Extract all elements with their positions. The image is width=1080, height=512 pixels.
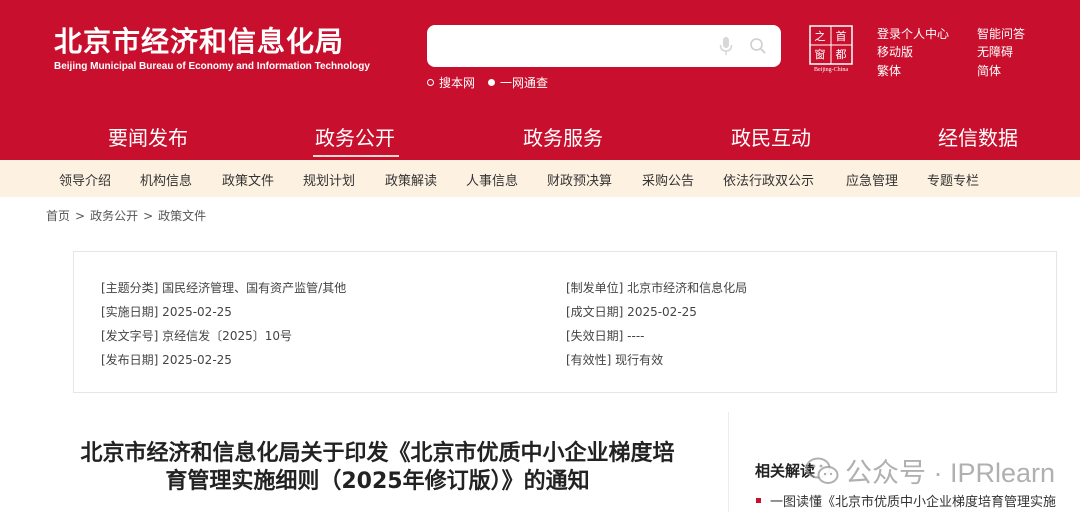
subnav-procurement[interactable]: 采购公告 <box>642 170 694 189</box>
traditional-chinese-link[interactable]: 繁体 <box>877 62 901 79</box>
scope-option-site[interactable]: 搜本网 <box>427 74 475 91</box>
wechat-icon <box>805 457 839 484</box>
microphone-icon[interactable] <box>718 36 734 56</box>
breadcrumb-separator: > <box>143 209 154 223</box>
subnav-special-topics[interactable]: 专题专栏 <box>927 170 979 189</box>
sub-nav: 领导介绍 机构信息 政策文件 规划计划 政策解读 人事信息 财政预决算 采购公告… <box>0 160 1080 197</box>
subnav-personnel[interactable]: 人事信息 <box>466 170 518 189</box>
subnav-leaders[interactable]: 领导介绍 <box>59 170 111 189</box>
related-item-label: 一图读懂《北京市优质中小企业梯度培育管理实施 <box>770 495 1057 510</box>
accessibility-link[interactable]: 无障碍 <box>977 43 1013 60</box>
meta-issuer: [制发单位] 北京市经济和信息化局 <box>566 281 748 295</box>
radio-checked-icon <box>488 79 495 86</box>
scope-label-all: 一网通查 <box>500 76 549 90</box>
nav-government-affairs[interactable]: 政务公开 <box>315 122 395 151</box>
capital-seal-logo: 首 窗 都 之 Beijing-China <box>809 25 853 75</box>
svg-text:首: 首 <box>836 29 847 43</box>
simplified-chinese-link[interactable]: 简体 <box>977 62 1001 79</box>
site-logo-subtitle: Beijing Municipal Bureau of Economy and … <box>54 61 370 72</box>
breadcrumb-policy-documents[interactable]: 政策文件 <box>158 209 206 223</box>
bullet-icon <box>756 498 761 503</box>
watermark-text: 公众号 · IPRlearn <box>845 458 1056 488</box>
seal-caption: Beijing-China <box>814 67 848 73</box>
subnav-emergency[interactable]: 应急管理 <box>846 170 898 189</box>
site-header: 北京市经济和信息化局 Beijing Municipal Bureau of E… <box>0 0 1080 160</box>
nav-active-indicator <box>313 155 399 157</box>
meta-topic: [主题分类] 国民经济管理、国有资产监管/其他 <box>101 281 347 295</box>
main-nav: 要闻发布 政务公开 政务服务 政民互动 经信数据 <box>0 110 1080 160</box>
related-item[interactable]: 一图读懂《北京市优质中小企业梯度培育管理实施 <box>756 491 1056 510</box>
meta-written-date: [成文日期] 2025-02-25 <box>566 305 697 319</box>
subnav-administrative-publicity[interactable]: 依法行政双公示 <box>723 170 814 189</box>
radio-unchecked-icon <box>427 79 434 86</box>
content-divider <box>728 412 729 512</box>
nav-services[interactable]: 政务服务 <box>523 122 603 151</box>
login-link[interactable]: 登录个人中心 <box>877 25 949 42</box>
document-metadata-box: [主题分类] 国民经济管理、国有资产监管/其他 [实施日期] 2025-02-2… <box>73 251 1057 393</box>
smart-qa-link[interactable]: 智能问答 <box>977 25 1025 42</box>
nav-interaction[interactable]: 政民互动 <box>731 122 811 151</box>
subnav-policy-documents[interactable]: 政策文件 <box>222 170 274 189</box>
scope-label-site: 搜本网 <box>439 76 476 90</box>
wechat-watermark: 公众号 · IPRlearn <box>805 451 1055 490</box>
document-title: 北京市经济和信息化局关于印发《北京市优质中小企业梯度培 育管理实施细则（2025… <box>40 440 715 496</box>
nav-news[interactable]: 要闻发布 <box>108 122 188 151</box>
breadcrumb-home[interactable]: 首页 <box>46 209 70 223</box>
meta-implement-date: [实施日期] 2025-02-25 <box>101 305 232 319</box>
subnav-policy-interpretation[interactable]: 政策解读 <box>385 170 437 189</box>
breadcrumb: 首页 > 政务公开 > 政策文件 <box>46 207 206 224</box>
search-icon[interactable] <box>749 37 767 55</box>
subnav-organization[interactable]: 机构信息 <box>140 170 192 189</box>
document-title-line-1: 北京市经济和信息化局关于印发《北京市优质中小企业梯度培 <box>80 441 675 466</box>
header-top: 北京市经济和信息化局 Beijing Municipal Bureau of E… <box>0 0 1080 108</box>
meta-doc-number: [发文字号] 京经信发〔2025〕10号 <box>101 329 292 343</box>
nav-data[interactable]: 经信数据 <box>938 122 1018 151</box>
document-title-line-2: 育管理实施细则（2025年修订版）》的通知 <box>165 469 590 494</box>
seal-icon: 首 窗 都 之 <box>809 25 853 65</box>
meta-publish-date: [发布日期] 2025-02-25 <box>101 353 232 367</box>
svg-text:窗: 窗 <box>815 47 826 61</box>
meta-validity: [有效性] 现行有效 <box>566 353 664 367</box>
subnav-plans[interactable]: 规划计划 <box>303 170 355 189</box>
site-logo-title[interactable]: 北京市经济和信息化局 <box>54 20 344 60</box>
mobile-version-link[interactable]: 移动版 <box>877 43 913 60</box>
breadcrumb-government-affairs[interactable]: 政务公开 <box>90 209 138 223</box>
search-input[interactable] <box>439 33 713 61</box>
scope-option-all[interactable]: 一网通查 <box>488 74 548 91</box>
subnav-budget[interactable]: 财政预决算 <box>547 170 612 189</box>
svg-text:之: 之 <box>815 29 826 43</box>
meta-expire-date: [失效日期] ---- <box>566 329 645 343</box>
breadcrumb-separator: > <box>75 209 86 223</box>
svg-text:都: 都 <box>836 48 847 61</box>
